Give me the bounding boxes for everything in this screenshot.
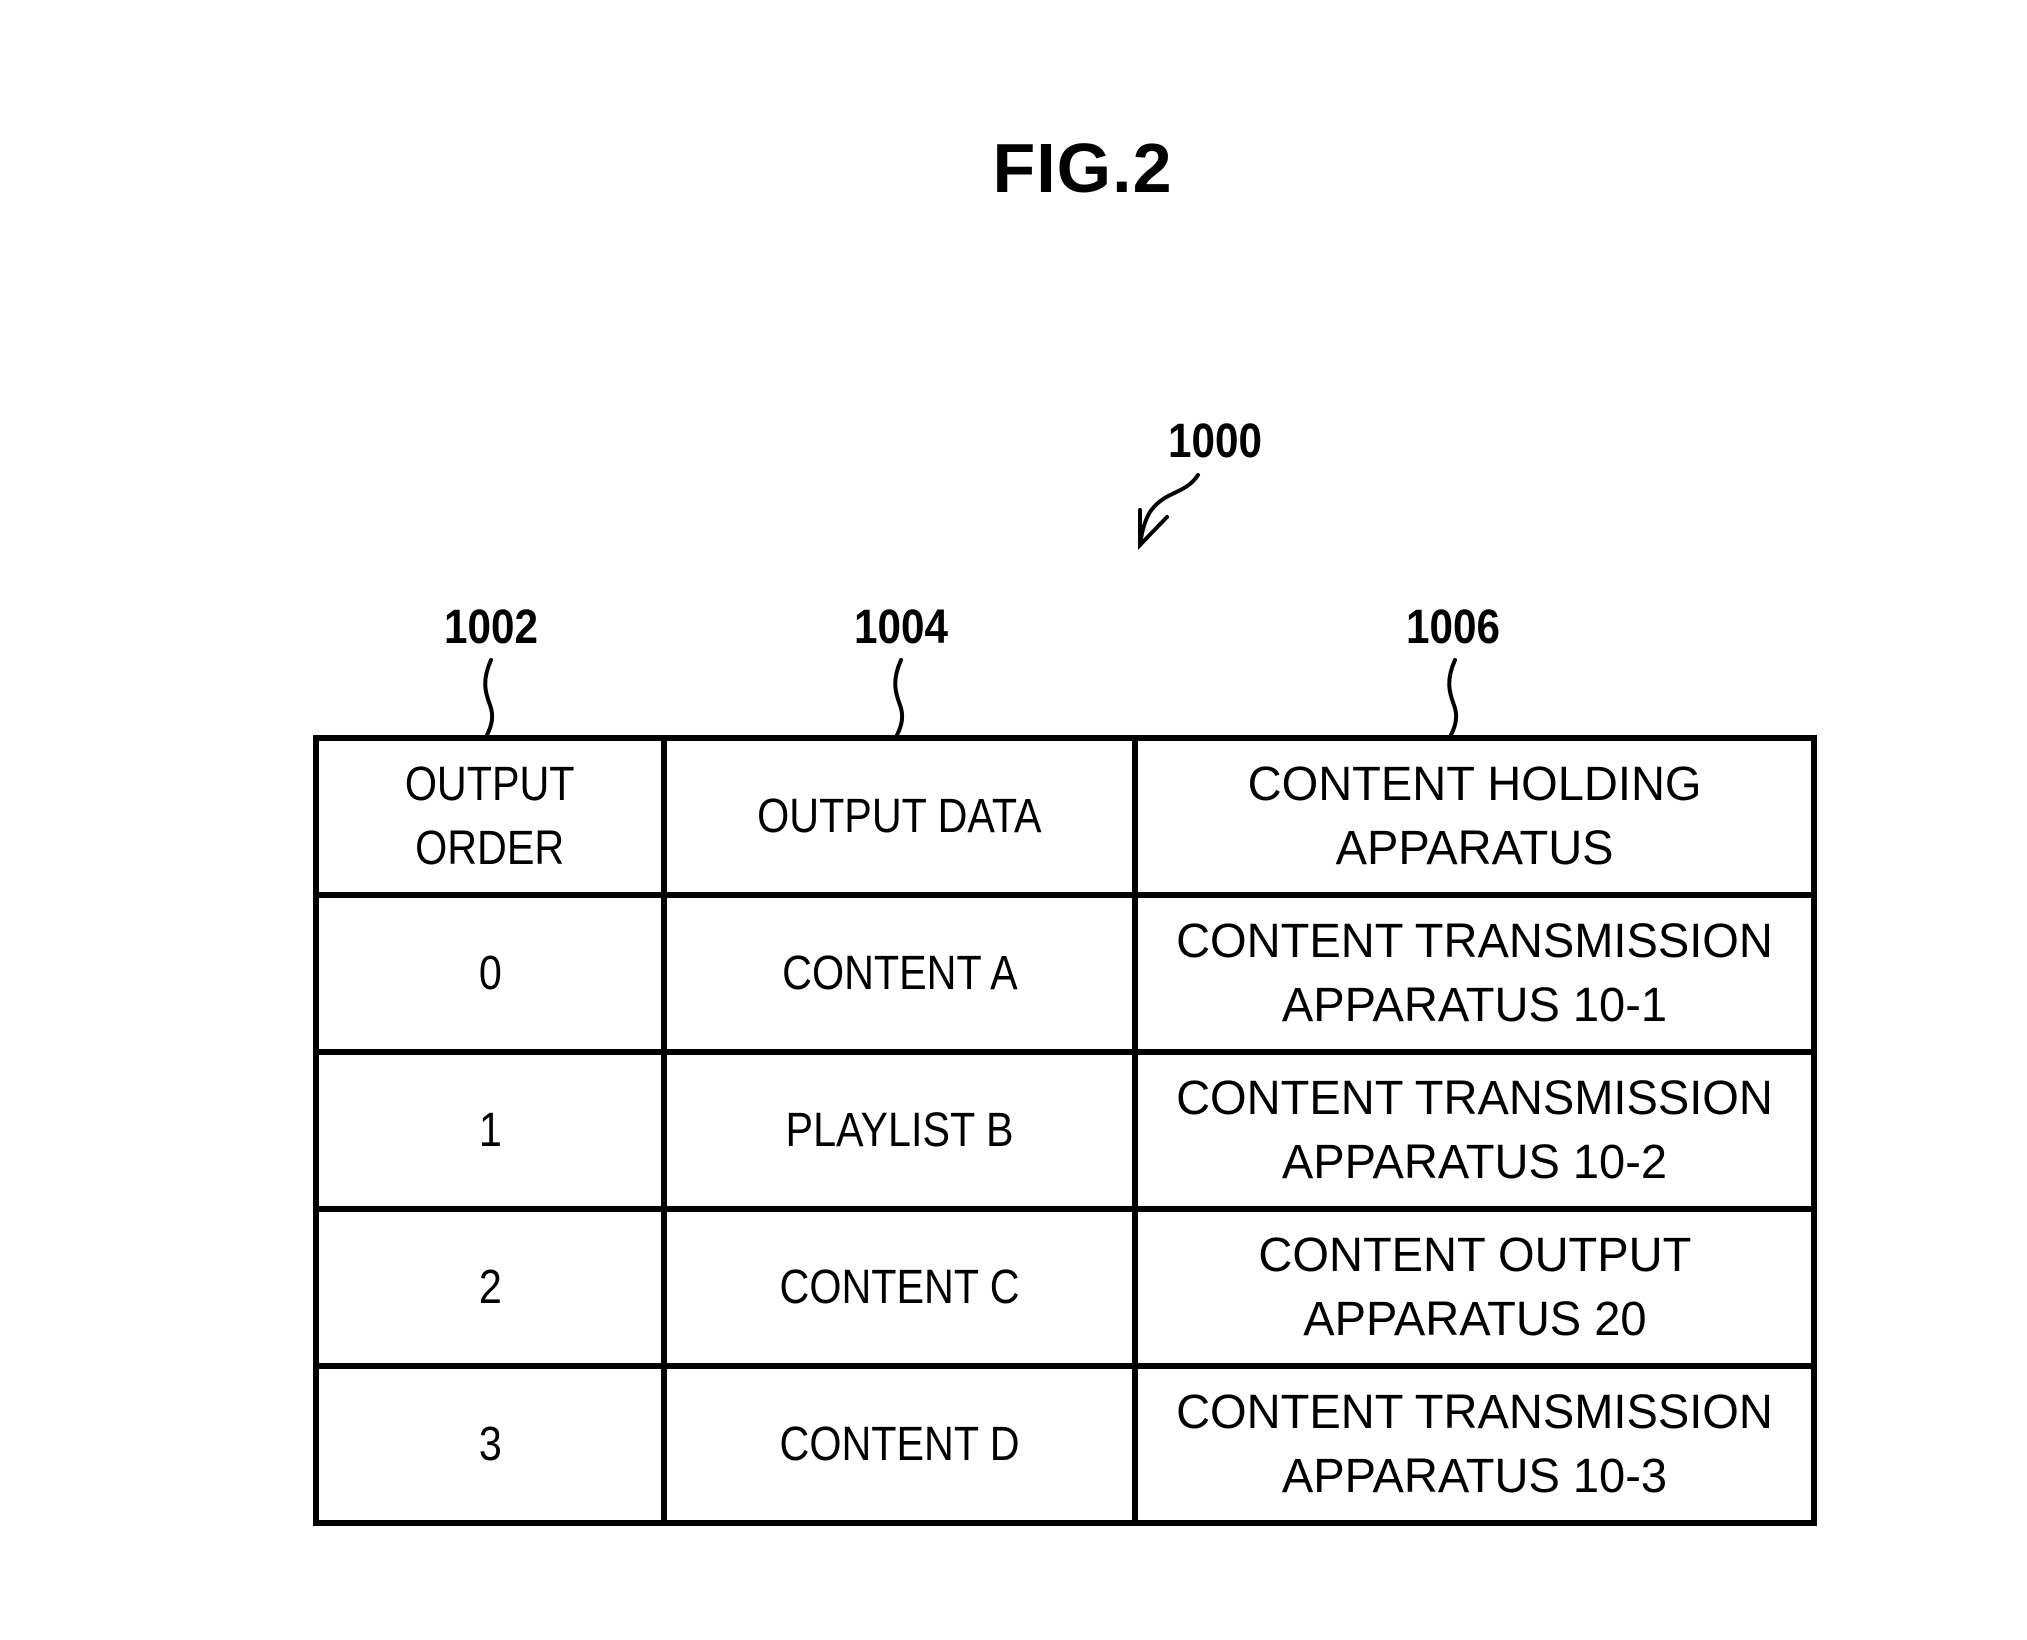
header-output-data: OUTPUT DATA (661, 735, 1138, 898)
cell-text: CONTENT TRANSMISSION (1176, 1071, 1773, 1125)
table-header-row: OUTPUT ORDER OUTPUT DATA CONTENT HOLDING A… (313, 735, 1817, 898)
cell-text: CONTENT D (779, 1417, 1020, 1471)
cell-output-order: 0 (313, 892, 667, 1055)
cell-text: CONTENT TRANSMISSION APPARATUS 10-2 (1176, 1067, 1773, 1195)
cell-output-order: 1 (313, 1049, 667, 1212)
cell-text: CONTENT HOLDING APPARATUS (1248, 753, 1702, 881)
cell-holding-apparatus: CONTENT TRANSMISSION APPARATUS 10-3 (1132, 1363, 1817, 1526)
cell-text: OUTPUT ORDER (405, 753, 575, 881)
cell-text: CONTENT TRANSMISSION (1176, 914, 1773, 968)
cell-holding-apparatus: CONTENT OUTPUT APPARATUS 20 (1132, 1206, 1817, 1369)
header-content-holding-apparatus: CONTENT HOLDING APPARATUS (1132, 735, 1817, 898)
cell-output-data: CONTENT C (661, 1206, 1138, 1369)
header-output-order: OUTPUT ORDER (313, 735, 667, 898)
output-order-table: OUTPUT ORDER OUTPUT DATA CONTENT HOLDING A… (313, 735, 1817, 1526)
table-row: 2 CONTENT C CONTENT OUTPUT APPARATUS 20 (313, 1206, 1817, 1369)
cell-text: APPARATUS 20 (1302, 1292, 1647, 1346)
cell-output-order: 3 (313, 1363, 667, 1526)
cell-output-data: PLAYLIST B (661, 1049, 1138, 1212)
cell-text: ORDER (415, 821, 565, 875)
cell-output-order: 2 (313, 1206, 667, 1369)
cell-text: CONTENT TRANSMISSION APPARATUS 10-3 (1176, 1381, 1773, 1509)
cell-text: APPARATUS 10-1 (1281, 978, 1668, 1032)
cell-text: CONTENT C (779, 1260, 1020, 1314)
table-row: 3 CONTENT D CONTENT TRANSMISSION APPARATU… (313, 1363, 1817, 1526)
cell-text: APPARATUS (1335, 821, 1614, 875)
cell-output-data: CONTENT A (661, 892, 1138, 1055)
table-row: 1 PLAYLIST B CONTENT TRANSMISSION APPARAT… (313, 1049, 1817, 1212)
leader-squiggle-order (483, 658, 495, 737)
cell-text: CONTENT OUTPUT APPARATUS 20 (1258, 1224, 1691, 1352)
cell-holding-apparatus: CONTENT TRANSMISSION APPARATUS 10-2 (1132, 1049, 1817, 1212)
leader-squiggle-data (893, 658, 905, 737)
cell-text: 3 (478, 1417, 502, 1471)
cell-text: APPARATUS 10-2 (1281, 1135, 1668, 1189)
cell-text: OUTPUT (405, 757, 575, 811)
cell-text: CONTENT A (781, 946, 1018, 1000)
cell-text: OUTPUT DATA (757, 789, 1042, 843)
cell-text: CONTENT TRANSMISSION (1176, 1385, 1773, 1439)
cell-text: 2 (478, 1260, 502, 1314)
cell-text: PLAYLIST B (785, 1103, 1014, 1157)
leader-squiggle-holding (1447, 658, 1459, 737)
cell-holding-apparatus: CONTENT TRANSMISSION APPARATUS 10-1 (1132, 892, 1817, 1055)
cell-text: 1 (478, 1103, 502, 1157)
cell-text: CONTENT TRANSMISSION APPARATUS 10-1 (1176, 910, 1773, 1038)
cell-text: CONTENT OUTPUT (1258, 1228, 1691, 1282)
table-row: 0 CONTENT A CONTENT TRANSMISSION APPARATU… (313, 892, 1817, 1055)
cell-output-data: CONTENT D (661, 1363, 1138, 1526)
cell-text: APPARATUS 10-3 (1281, 1449, 1668, 1503)
cell-text: CONTENT HOLDING (1247, 757, 1702, 811)
cell-text: 0 (478, 946, 502, 1000)
